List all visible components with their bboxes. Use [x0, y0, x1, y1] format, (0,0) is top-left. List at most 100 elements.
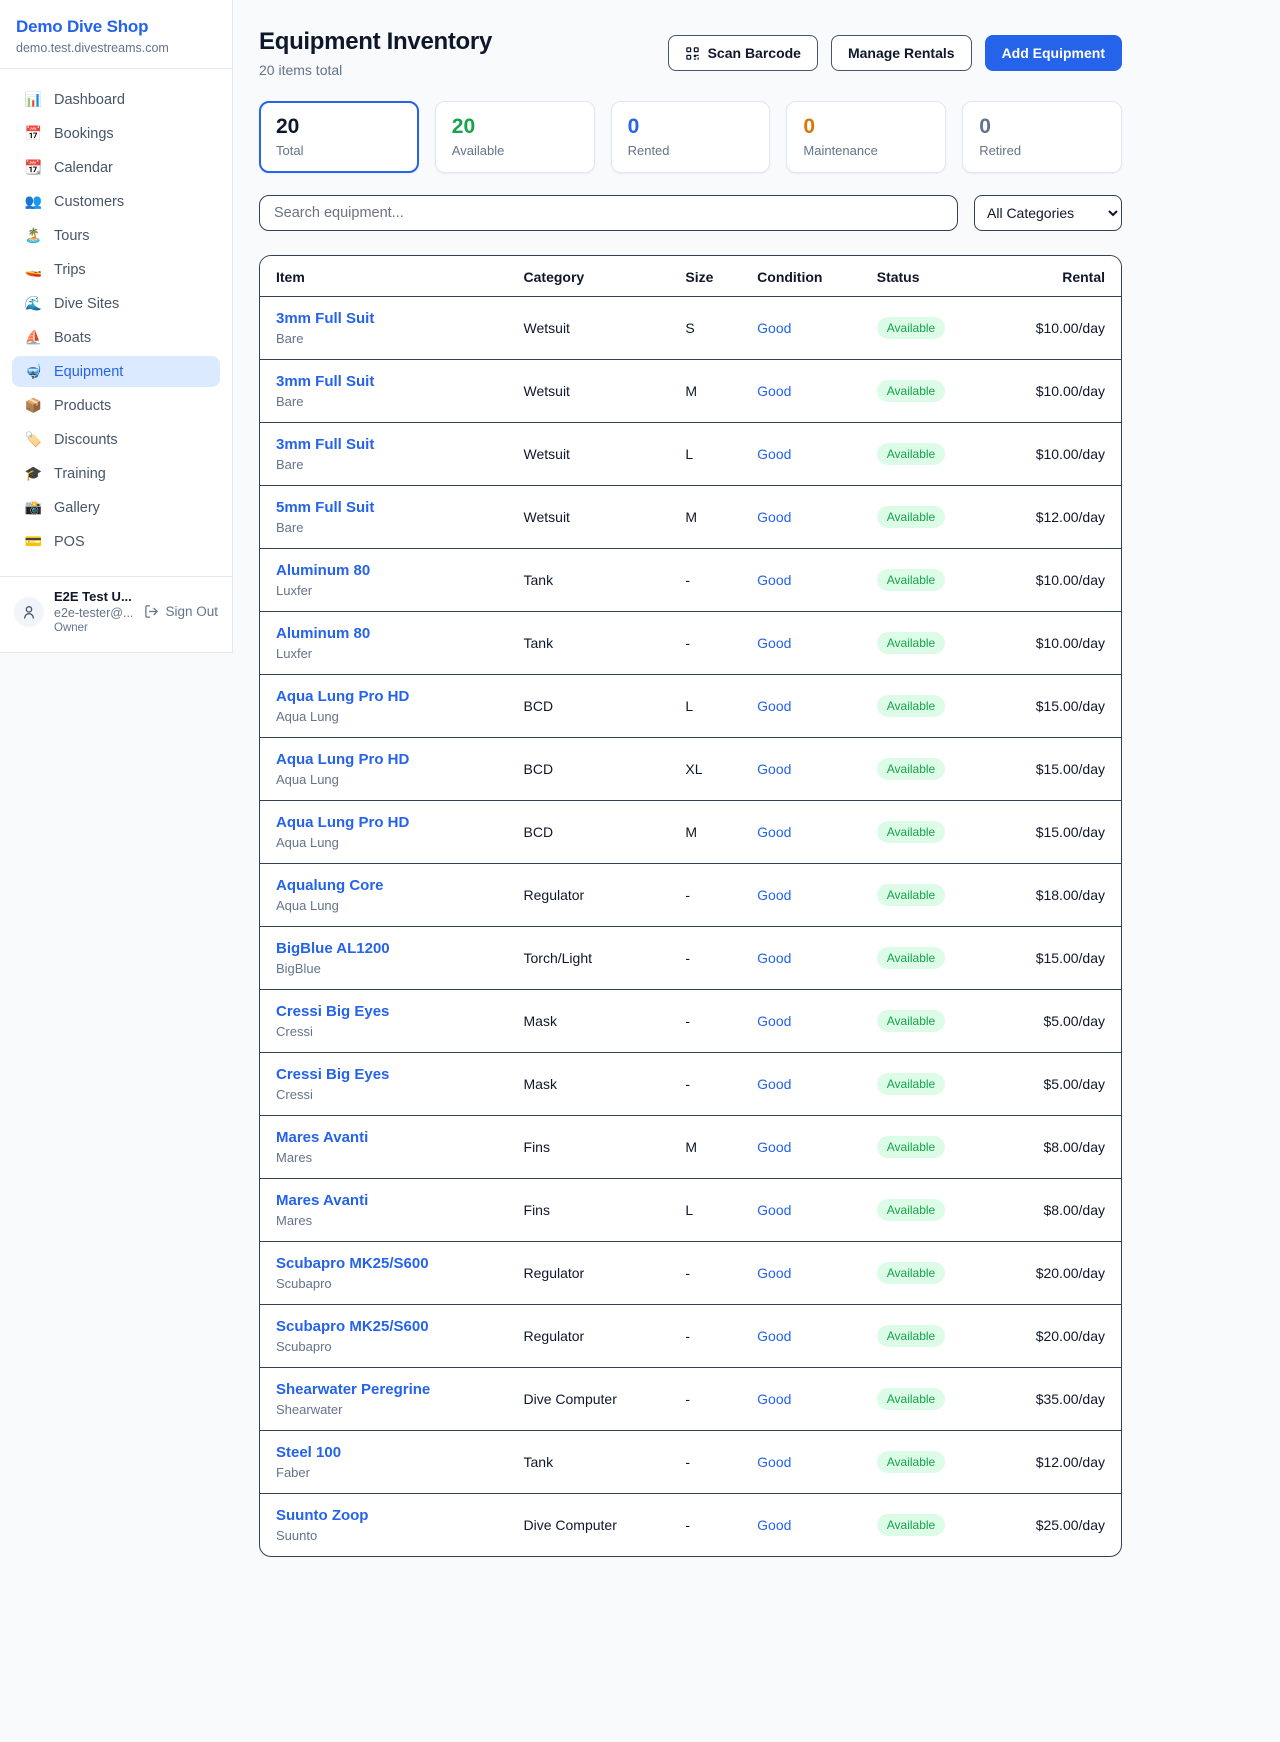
sidebar: Demo Dive Shop demo.test.divestreams.com…	[0, 0, 233, 653]
pos-icon: 💳	[24, 533, 43, 550]
condition-link[interactable]: Good	[757, 572, 791, 588]
sidebar-item-label: Customers	[54, 194, 124, 210]
sidebar-item-training[interactable]: 🎓 Training	[12, 458, 220, 489]
status-badge: Available	[877, 1325, 945, 1347]
item-brand: Aqua Lung	[276, 709, 492, 724]
item-name-link[interactable]: Mares Avanti	[276, 1192, 368, 1209]
sidebar-item-products[interactable]: 📦 Products	[12, 390, 220, 421]
scan-barcode-button[interactable]: Scan Barcode	[668, 35, 818, 71]
col-rental: Rental	[1020, 256, 1121, 297]
item-name-link[interactable]: 3mm Full Suit	[276, 310, 374, 327]
status-badge: Available	[877, 695, 945, 717]
sidebar-item-dive-sites[interactable]: 🌊 Dive Sites	[12, 288, 220, 319]
sidebar-item-label: Equipment	[54, 364, 123, 380]
sidebar-item-pos[interactable]: 💳 POS	[12, 526, 220, 557]
sidebar-item-label: Dive Sites	[54, 296, 119, 312]
stat-card-rented[interactable]: 0 Rented	[611, 101, 771, 173]
condition-link[interactable]: Good	[757, 1517, 791, 1533]
condition-link[interactable]: Good	[757, 824, 791, 840]
training-icon: 🎓	[24, 465, 43, 482]
stat-card-available[interactable]: 20 Available	[435, 101, 595, 173]
item-name-link[interactable]: 5mm Full Suit	[276, 499, 374, 516]
item-name-link[interactable]: Aluminum 80	[276, 562, 370, 579]
condition-link[interactable]: Good	[757, 446, 791, 462]
item-name-link[interactable]: Scubapro MK25/S600	[276, 1255, 429, 1272]
condition-link[interactable]: Good	[757, 698, 791, 714]
category-select[interactable]: All Categories	[974, 195, 1122, 231]
search-input[interactable]	[259, 195, 958, 231]
logout-icon	[144, 604, 159, 619]
condition-link[interactable]: Good	[757, 887, 791, 903]
add-equipment-button[interactable]: Add Equipment	[985, 35, 1122, 71]
item-name-link[interactable]: BigBlue AL1200	[276, 940, 390, 957]
sidebar-item-trips[interactable]: 🚤 Trips	[12, 254, 220, 285]
item-brand: Aqua Lung	[276, 835, 492, 850]
item-name-link[interactable]: Suunto Zoop	[276, 1507, 368, 1524]
cell-size: M	[669, 360, 741, 423]
sidebar-item-bookings[interactable]: 📅 Bookings	[12, 118, 220, 149]
condition-link[interactable]: Good	[757, 1454, 791, 1470]
stat-value: 0	[628, 115, 754, 139]
condition-link[interactable]: Good	[757, 320, 791, 336]
cell-rental: $25.00/day	[1020, 1494, 1121, 1557]
sidebar-item-customers[interactable]: 👥 Customers	[12, 186, 220, 217]
cell-condition: Good	[741, 1431, 861, 1494]
condition-link[interactable]: Good	[757, 761, 791, 777]
item-brand: Aqua Lung	[276, 772, 492, 787]
stat-card-retired[interactable]: 0 Retired	[962, 101, 1122, 173]
condition-link[interactable]: Good	[757, 950, 791, 966]
cell-item: Shearwater Peregrine Shearwater	[260, 1368, 508, 1431]
item-name-link[interactable]: Cressi Big Eyes	[276, 1066, 389, 1083]
sidebar-item-dashboard[interactable]: 📊 Dashboard	[12, 84, 220, 115]
item-name-link[interactable]: Aluminum 80	[276, 625, 370, 642]
status-badge: Available	[877, 1010, 945, 1032]
cell-condition: Good	[741, 1116, 861, 1179]
title-block: Equipment Inventory 20 items total	[259, 28, 492, 78]
cell-category: Fins	[508, 1116, 670, 1179]
item-name-link[interactable]: Shearwater Peregrine	[276, 1381, 430, 1398]
manage-rentals-button[interactable]: Manage Rentals	[831, 35, 972, 71]
condition-link[interactable]: Good	[757, 509, 791, 525]
condition-link[interactable]: Good	[757, 1076, 791, 1092]
sidebar-item-discounts[interactable]: 🏷️ Discounts	[12, 424, 220, 455]
cell-item: Aluminum 80 Luxfer	[260, 549, 508, 612]
item-name-link[interactable]: Mares Avanti	[276, 1129, 368, 1146]
manage-rentals-label: Manage Rentals	[848, 45, 955, 61]
sidebar-item-calendar[interactable]: 📆 Calendar	[12, 152, 220, 183]
cell-condition: Good	[741, 990, 861, 1053]
status-badge: Available	[877, 1199, 945, 1221]
stat-card-maintenance[interactable]: 0 Maintenance	[786, 101, 946, 173]
condition-link[interactable]: Good	[757, 1013, 791, 1029]
sidebar-item-label: Calendar	[54, 160, 113, 176]
condition-link[interactable]: Good	[757, 383, 791, 399]
sidebar-item-equipment[interactable]: 🤿 Equipment	[12, 356, 220, 387]
condition-link[interactable]: Good	[757, 1139, 791, 1155]
sidebar-item-gallery[interactable]: 📸 Gallery	[12, 492, 220, 523]
sign-out-button[interactable]: Sign Out	[144, 604, 218, 619]
item-brand: Scubapro	[276, 1276, 492, 1291]
cell-condition: Good	[741, 423, 861, 486]
condition-link[interactable]: Good	[757, 1202, 791, 1218]
item-name-link[interactable]: Cressi Big Eyes	[276, 1003, 389, 1020]
item-brand: BigBlue	[276, 961, 492, 976]
item-name-link[interactable]: Aqua Lung Pro HD	[276, 814, 409, 831]
cell-status: Available	[861, 738, 1020, 801]
condition-link[interactable]: Good	[757, 1391, 791, 1407]
stat-card-total[interactable]: 20 Total	[259, 101, 419, 173]
cell-status: Available	[861, 1242, 1020, 1305]
status-badge: Available	[877, 1262, 945, 1284]
condition-link[interactable]: Good	[757, 635, 791, 651]
sidebar-item-tours[interactable]: 🏝️ Tours	[12, 220, 220, 251]
item-name-link[interactable]: Aqualung Core	[276, 877, 384, 894]
item-name-link[interactable]: Scubapro MK25/S600	[276, 1318, 429, 1335]
item-name-link[interactable]: Aqua Lung Pro HD	[276, 688, 409, 705]
cell-category: Wetsuit	[508, 360, 670, 423]
item-name-link[interactable]: Aqua Lung Pro HD	[276, 751, 409, 768]
item-name-link[interactable]: Steel 100	[276, 1444, 341, 1461]
sidebar-item-boats[interactable]: ⛵ Boats	[12, 322, 220, 353]
condition-link[interactable]: Good	[757, 1328, 791, 1344]
item-name-link[interactable]: 3mm Full Suit	[276, 373, 374, 390]
item-name-link[interactable]: 3mm Full Suit	[276, 436, 374, 453]
table-row: Mares Avanti Mares Fins M Good Available	[260, 1116, 1121, 1179]
condition-link[interactable]: Good	[757, 1265, 791, 1281]
